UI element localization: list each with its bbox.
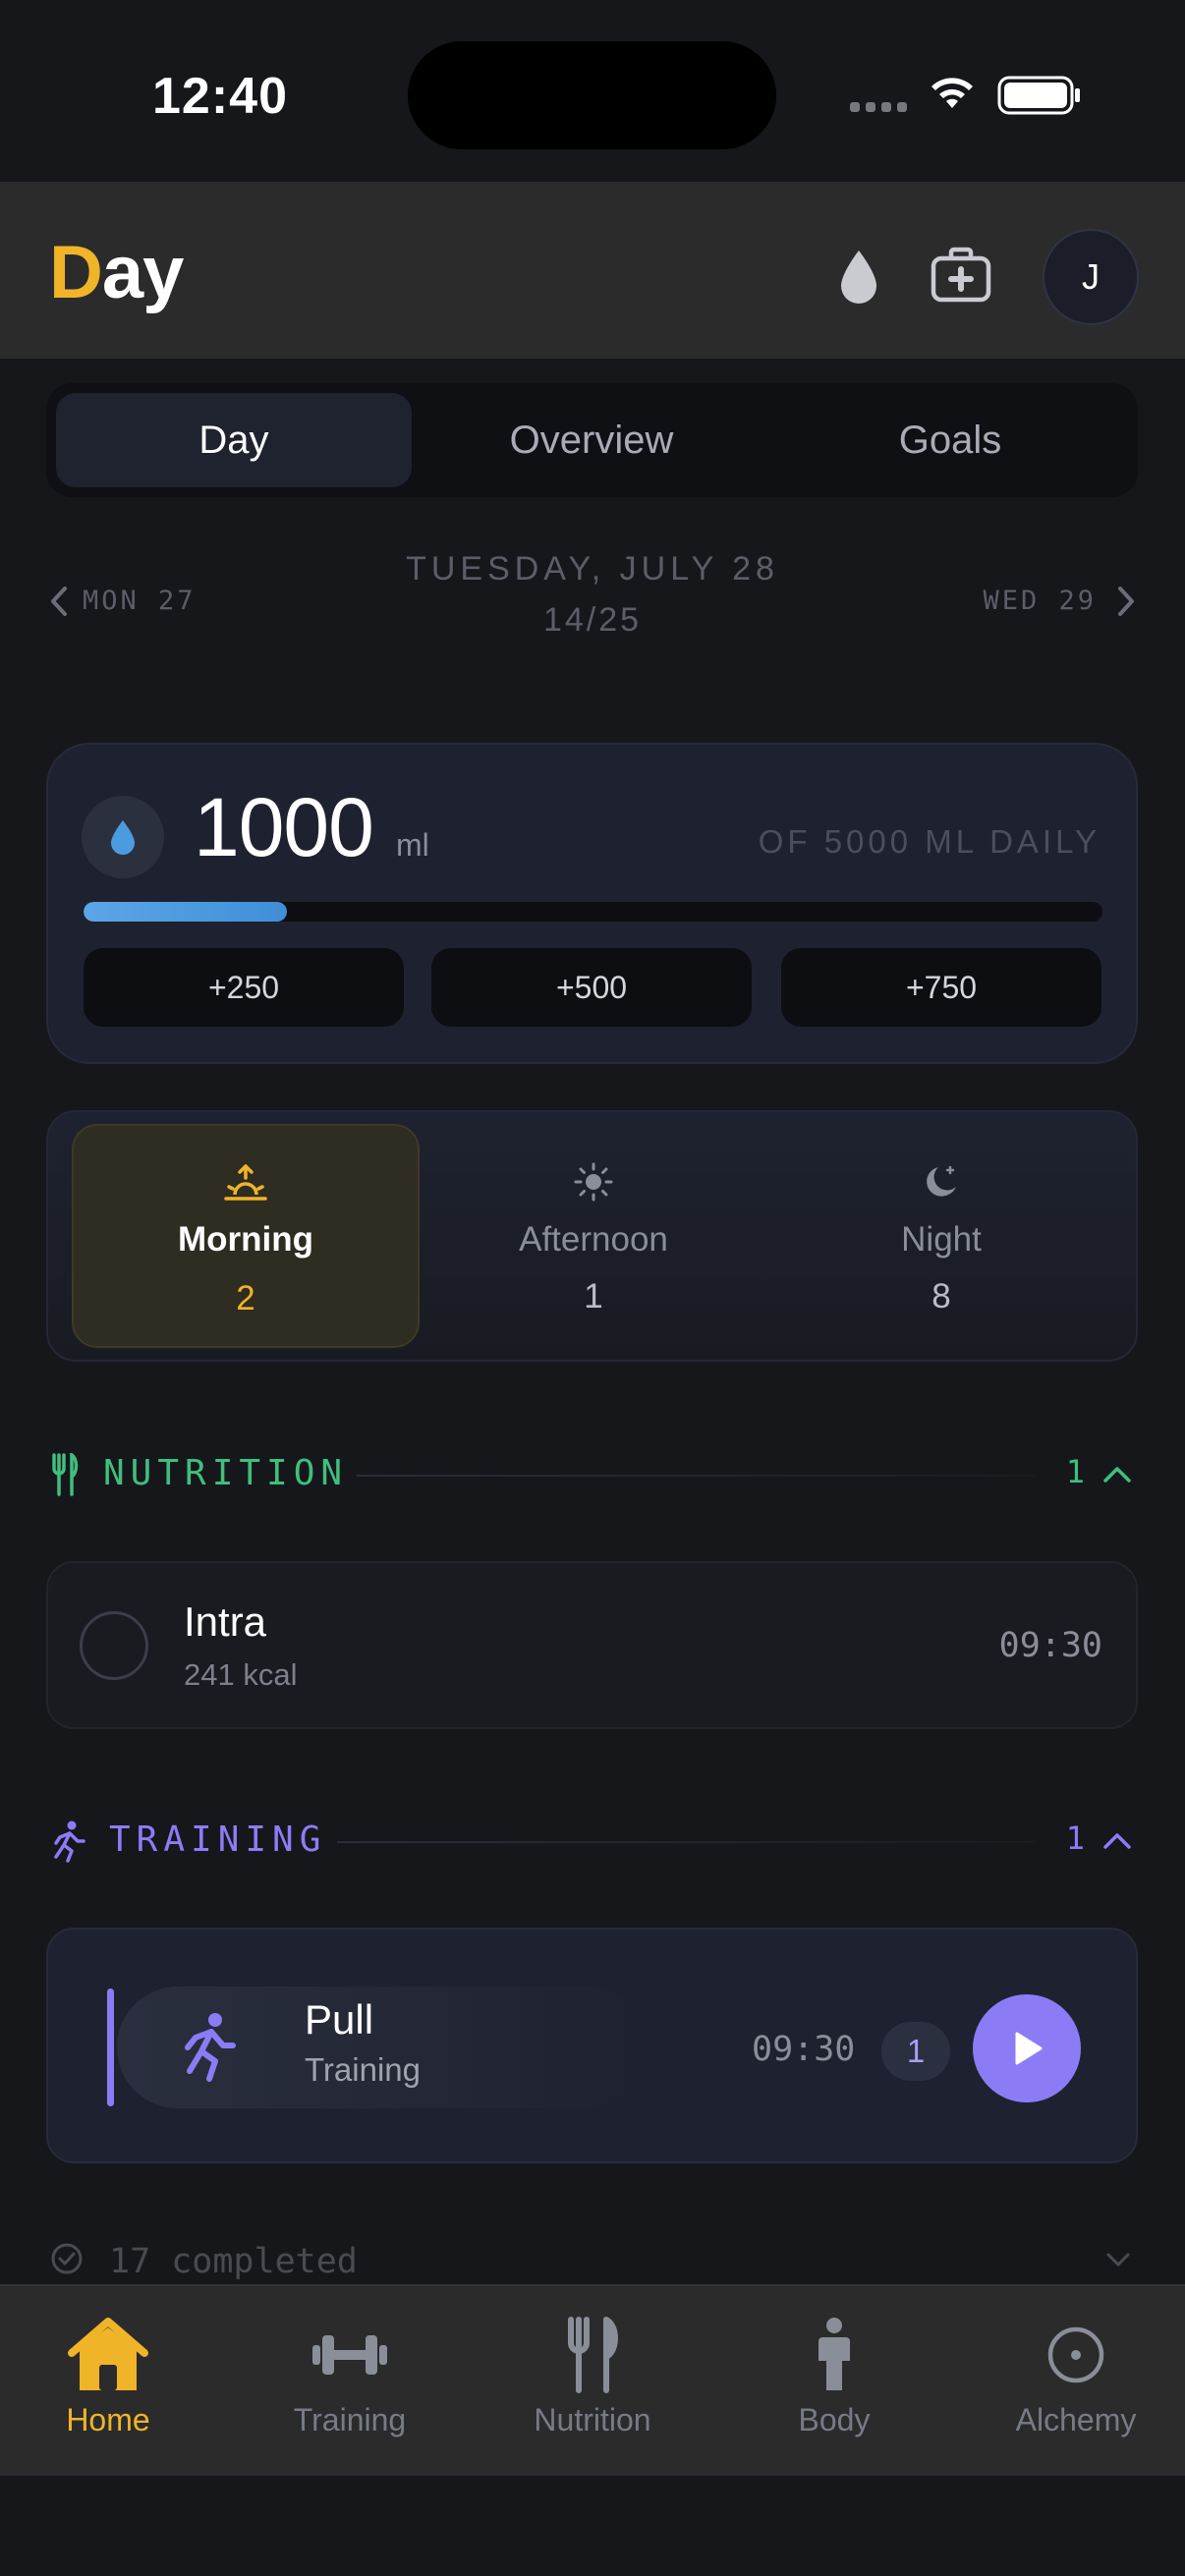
first-aid-kit-icon[interactable]	[930, 246, 992, 305]
water-progress-fill	[84, 902, 288, 922]
add-500-button[interactable]: +500	[431, 948, 752, 1027]
meal-card[interactable]: Intra 241 kcal 09:30	[46, 1561, 1138, 1729]
date-title: TUESDAY, JULY 28	[406, 550, 779, 588]
home-indicator-area	[0, 2476, 1185, 2576]
nav-label: Alchemy	[1015, 2402, 1137, 2437]
moon-icon	[927, 1165, 956, 1197]
battery-icon	[997, 76, 1080, 115]
water-card: 1000 ml OF 5000 ML DAILY +250 +500 +750	[46, 743, 1138, 1064]
training-accent-bar	[107, 1988, 114, 2106]
period-count: 8	[931, 1277, 951, 1316]
add-250-button[interactable]: +250	[84, 948, 404, 1027]
completed-toggle[interactable]: 17 completed	[46, 2230, 1138, 2289]
nav-label: Home	[66, 2402, 150, 2437]
tab-day[interactable]: Day	[56, 393, 412, 487]
period-count: 2	[236, 1279, 255, 1317]
tab-overview[interactable]: Overview	[414, 393, 769, 487]
nutrition-title: NUTRITION	[103, 1453, 349, 1493]
wifi-icon	[931, 78, 973, 108]
chevron-up-icon[interactable]	[1102, 1831, 1132, 1851]
period-label: Night	[901, 1220, 982, 1259]
nav-body[interactable]: Body	[713, 2286, 955, 2478]
fork-knife-icon	[52, 1453, 79, 1496]
person-icon	[818, 2318, 850, 2390]
training-card[interactable]: Pull Training 09:30 1	[46, 1928, 1138, 2163]
running-person-icon	[54, 1820, 85, 1863]
water-drop-icon	[111, 820, 135, 855]
water-unit: ml	[396, 827, 429, 863]
period-label: Afternoon	[519, 1220, 668, 1259]
day-period-selector: Morning 2 Afternoon 1 Night 8	[46, 1110, 1138, 1362]
training-section-header[interactable]: TRAINING 1	[46, 1812, 1138, 1871]
nav-label: Body	[798, 2402, 871, 2437]
meal-time: 09:30	[998, 1626, 1102, 1665]
add-750-button[interactable]: +750	[781, 948, 1101, 1027]
nav-training[interactable]: Training	[229, 2286, 471, 2478]
water-value: 1000	[194, 781, 374, 873]
check-circle-icon	[51, 2243, 83, 2274]
nav-alchemy[interactable]: Alchemy	[955, 2286, 1185, 2478]
training-title: TRAINING	[109, 1820, 327, 1860]
running-person-icon	[185, 2013, 236, 2082]
sun-icon	[574, 1162, 613, 1202]
chevron-right-icon[interactable]	[1116, 586, 1136, 617]
period-afternoon[interactable]: Afternoon 1	[420, 1124, 767, 1348]
home-icon	[68, 2318, 148, 2390]
bottom-nav: Home Training Nutrition Body Alchemy	[0, 2284, 1185, 2476]
water-progress-bar	[84, 902, 1102, 922]
period-morning[interactable]: Morning 2	[72, 1124, 420, 1348]
chevron-up-icon[interactable]	[1102, 1465, 1132, 1484]
avatar[interactable]: J	[1043, 229, 1139, 325]
period-count: 1	[584, 1277, 603, 1316]
next-day-button[interactable]: WED 29	[983, 586, 1097, 616]
meal-checkbox[interactable]	[80, 1611, 148, 1680]
water-goal: OF 5000 ML DAILY	[758, 823, 1100, 860]
status-time: 12:40	[152, 68, 288, 125]
chevron-down-icon	[1106, 2253, 1130, 2268]
divider	[357, 1475, 1035, 1477]
nav-nutrition[interactable]: Nutrition	[472, 2286, 713, 2478]
divider	[337, 1841, 1035, 1843]
tab-goals[interactable]: Goals	[772, 393, 1128, 487]
training-time: 09:30	[752, 2030, 856, 2069]
training-type: Training	[305, 2051, 421, 2088]
nav-home[interactable]: Home	[0, 2286, 229, 2478]
signal-dots-icon	[850, 102, 907, 112]
meal-name: Intra	[184, 1598, 267, 1645]
status-bar: 12:40	[0, 0, 1185, 182]
start-training-button[interactable]	[973, 1994, 1081, 2102]
app-logo: Day	[49, 231, 184, 314]
training-count: 1	[1065, 1820, 1085, 1857]
completed-label: 17 completed	[109, 2242, 358, 2281]
target-circle-icon	[1047, 2326, 1104, 2383]
water-icon-badge	[82, 796, 164, 878]
period-label: Morning	[177, 1220, 314, 1259]
play-icon	[1015, 2032, 1043, 2065]
sunrise-icon	[224, 1164, 267, 1201]
meal-calories: 241 kcal	[184, 1657, 298, 1692]
nutrition-count: 1	[1065, 1453, 1085, 1490]
nav-label: Training	[293, 2402, 407, 2437]
nutrition-section-header[interactable]: NUTRITION 1	[46, 1445, 1138, 1504]
water-drop-icon[interactable]	[837, 248, 880, 307]
period-night[interactable]: Night 8	[767, 1124, 1115, 1348]
training-badge: 1	[881, 2022, 950, 2081]
dumbbell-icon	[312, 2335, 387, 2375]
nav-label: Nutrition	[534, 2402, 651, 2437]
fork-knife-icon	[568, 2317, 618, 2393]
date-navigator: MON 27 TUESDAY, JULY 28 14/25 WED 29	[0, 550, 1185, 658]
training-name: Pull	[305, 1996, 374, 2043]
view-tabs: Day Overview Goals	[46, 383, 1138, 497]
dynamic-island	[408, 41, 776, 149]
